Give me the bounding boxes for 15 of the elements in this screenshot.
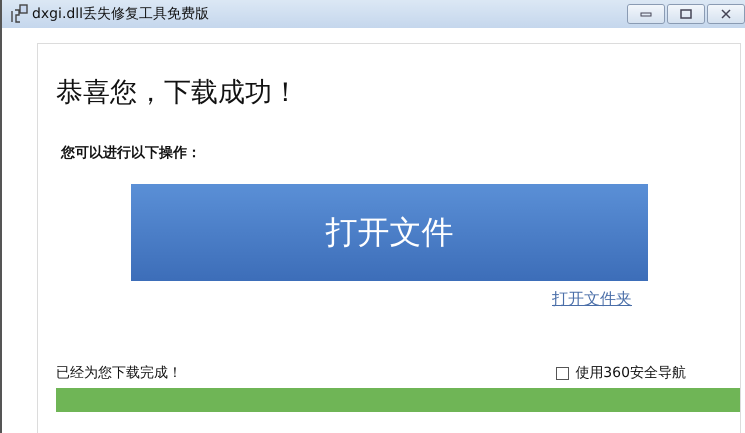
checkbox-label: 使用360安全导航 bbox=[575, 364, 686, 382]
minimize-icon bbox=[640, 11, 652, 17]
open-file-button[interactable]: 打开文件 bbox=[131, 184, 648, 281]
status-text: 已经为您下载完成！ bbox=[56, 364, 182, 382]
navigation-checkbox[interactable] bbox=[556, 366, 570, 380]
close-button[interactable] bbox=[707, 4, 745, 24]
window-title: dxgi.dll丢失修复工具免费版 bbox=[32, 5, 210, 23]
app-icon bbox=[10, 4, 28, 24]
close-icon bbox=[720, 9, 732, 19]
open-folder-link[interactable]: 打开文件夹 bbox=[552, 289, 632, 310]
maximize-icon bbox=[680, 9, 692, 19]
minimize-button[interactable] bbox=[627, 4, 665, 24]
success-heading: 恭喜您，下载成功！ bbox=[56, 76, 300, 110]
maximize-button[interactable] bbox=[667, 4, 705, 24]
prompt-text: 您可以进行以下操作： bbox=[61, 144, 202, 162]
